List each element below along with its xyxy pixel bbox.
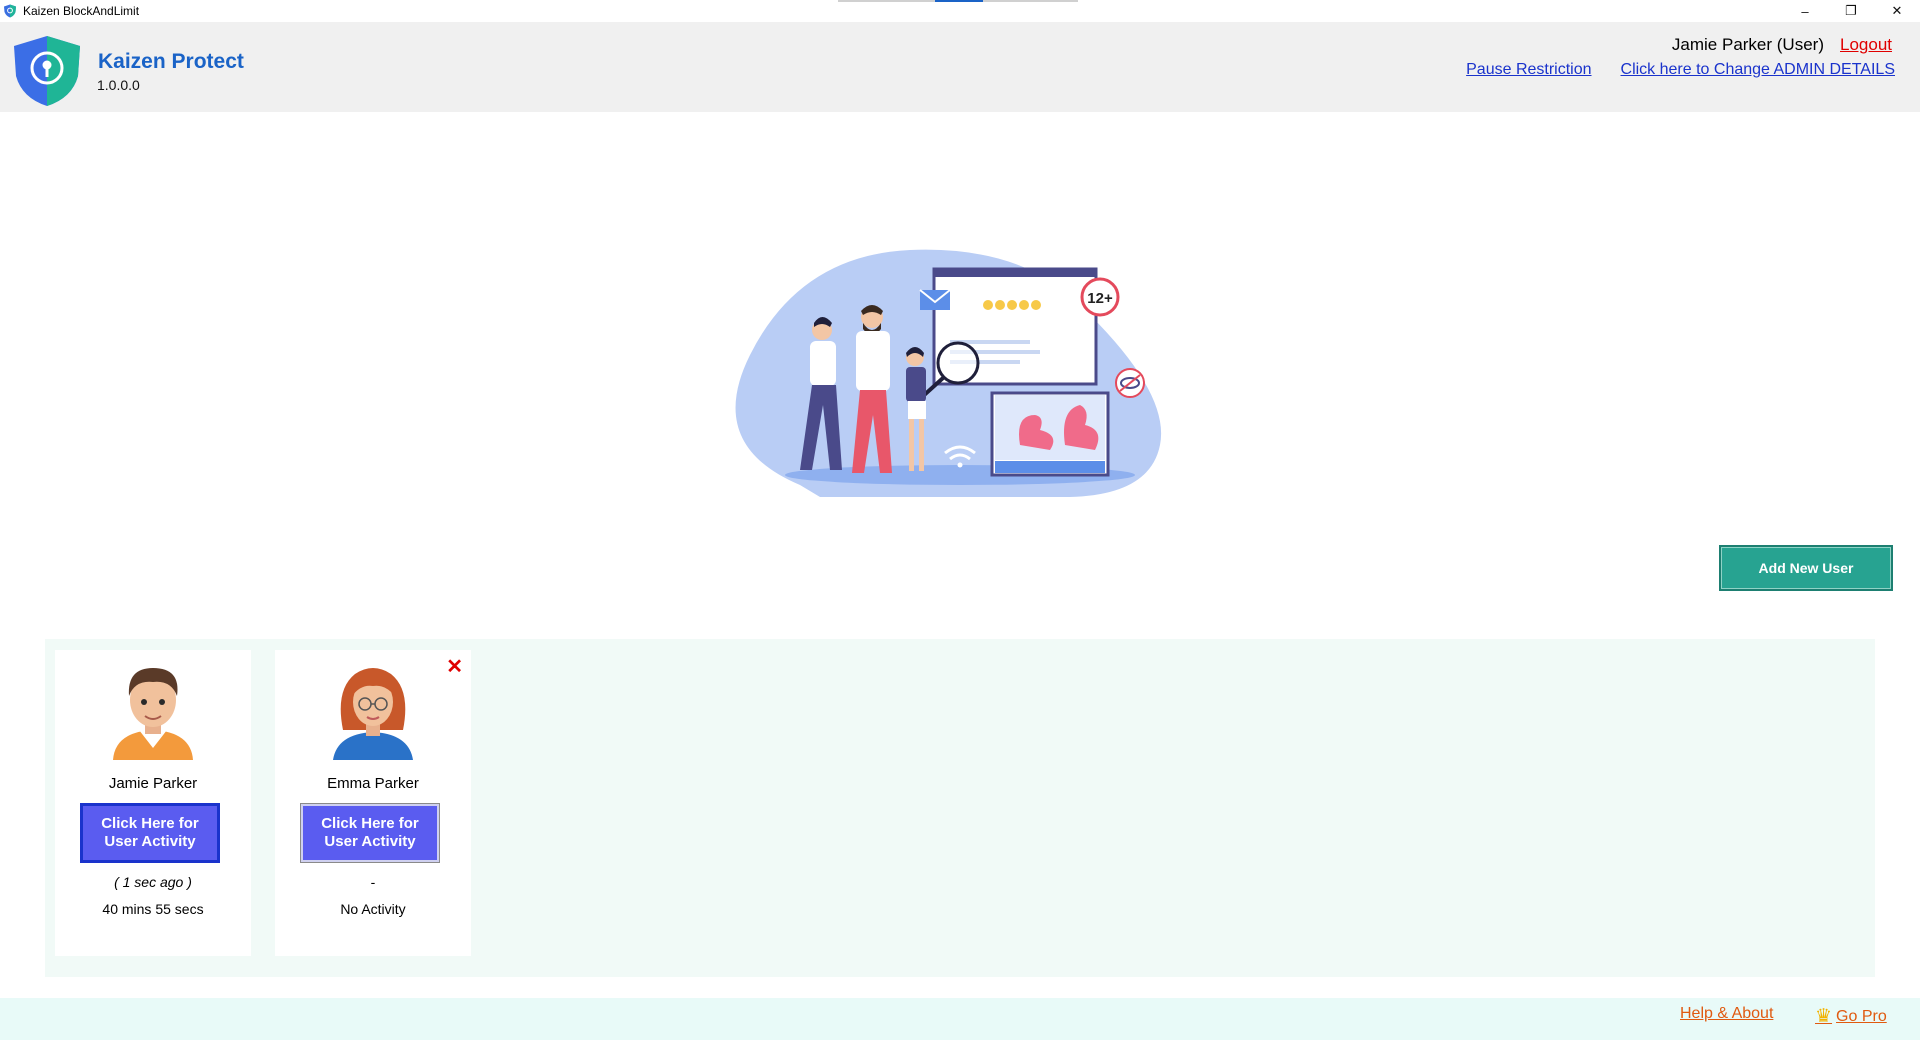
user-card: ✕ Emma Parker Click Here for User Activi… [275, 650, 471, 956]
user-line: Jamie Parker (User) Logout [1672, 35, 1892, 55]
app-shield-icon [4, 4, 16, 18]
help-about-link[interactable]: Help & About [1680, 1005, 1773, 1023]
users-panel: Jamie Parker Click Here for User Activit… [45, 639, 1875, 977]
last-seen: - [370, 874, 376, 890]
go-pro-link[interactable]: ♛ Go Pro [1815, 1005, 1887, 1028]
title-bar: Kaizen BlockAndLimit – ❐ ✕ [0, 0, 1920, 22]
user-name: Jamie Parker [108, 775, 198, 792]
app-footer: Help & About ♛ Go Pro [0, 998, 1920, 1040]
usage-time: No Activity [340, 901, 406, 917]
header-links: Pause Restriction Click here to Change A… [1466, 61, 1895, 79]
magnifier-icon [936, 341, 980, 385]
change-admin-details-link[interactable]: Click here to Change ADMIN DETAILS [1621, 61, 1895, 79]
user-card: Jamie Parker Click Here for User Activit… [55, 650, 251, 956]
window-title: Kaizen BlockAndLimit [23, 4, 140, 18]
last-seen: ( 1 sec ago ) [114, 874, 192, 890]
shield-logo-icon [14, 36, 80, 106]
family-illustration: 12+ [735, 249, 1162, 497]
close-button[interactable]: ✕ [1874, 0, 1920, 22]
restore-button[interactable]: ❐ [1828, 0, 1874, 22]
go-pro-label: Go Pro [1836, 1007, 1887, 1025]
minimize-button[interactable]: – [1782, 0, 1828, 22]
app-version: 1.0.0.0 [97, 77, 140, 93]
delete-user-icon[interactable]: ✕ [446, 657, 463, 677]
add-new-user-button[interactable]: Add New User [1719, 545, 1893, 591]
user-name: Emma Parker [327, 775, 419, 792]
window-controls: – ❐ ✕ [1782, 0, 1920, 22]
usage-time: 40 mins 55 secs [102, 901, 204, 917]
user-activity-button[interactable]: Click Here for User Activity [300, 803, 440, 863]
crown-icon: ♛ [1815, 1006, 1833, 1027]
pause-restriction-link[interactable]: Pause Restriction [1466, 61, 1591, 79]
brand-name: Kaizen Protect [98, 50, 244, 73]
current-user: Jamie Parker (User) [1671, 35, 1824, 54]
girl-avatar-icon [333, 668, 413, 760]
boy-avatar-icon [113, 668, 193, 760]
user-activity-button[interactable]: Click Here for User Activity [80, 803, 220, 863]
logout-link[interactable]: Logout [1840, 35, 1892, 55]
app-header: Kaizen Protect 1.0.0.0 Jamie Parker (Use… [0, 22, 1920, 112]
taskbar-marker-active [935, 0, 983, 2]
age-badge-label: 12+ [1087, 290, 1113, 307]
